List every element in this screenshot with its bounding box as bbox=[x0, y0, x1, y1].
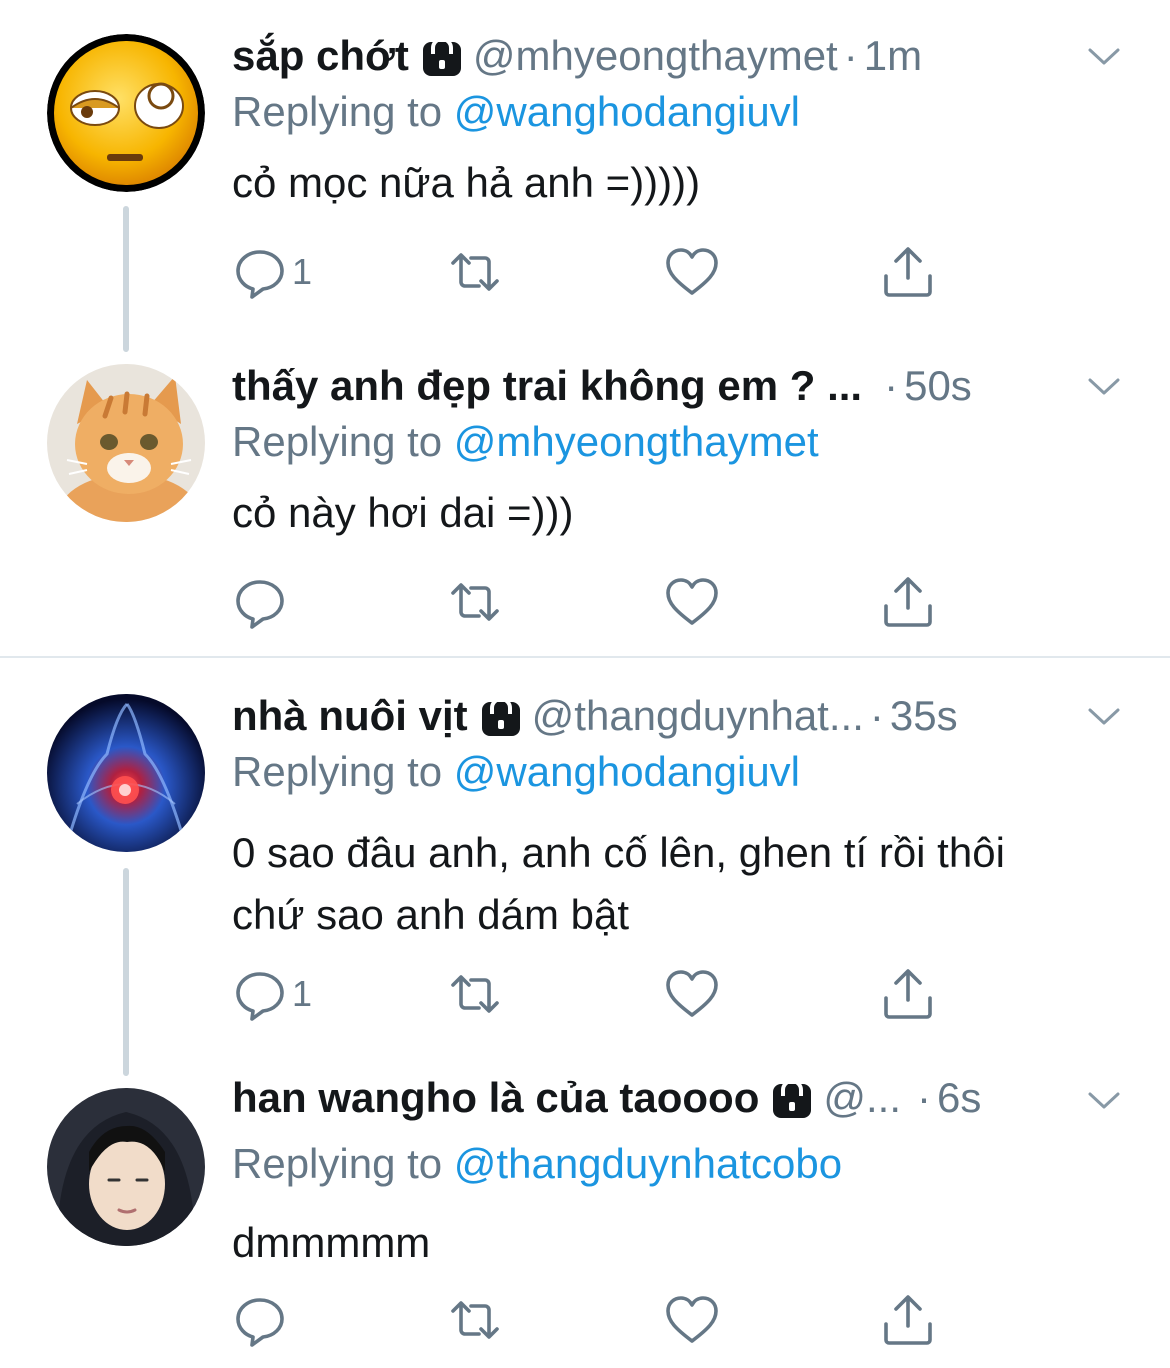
time-separator: · bbox=[843, 32, 858, 79]
heart-icon bbox=[666, 578, 718, 625]
tweet-text-line: 0 sao đâu anh, anh cố lên, ghen tí rồi t… bbox=[232, 829, 1005, 876]
time-separator: · bbox=[869, 692, 884, 739]
like-button[interactable] bbox=[664, 242, 720, 302]
user-handle[interactable]: @thangduynhat... bbox=[532, 692, 864, 740]
tweet-1[interactable]: sắp chớt @mhyeongthaymet · 1m Replying t… bbox=[0, 0, 1170, 352]
share-icon bbox=[884, 247, 932, 297]
thread-connector bbox=[123, 868, 129, 1076]
lock-icon bbox=[771, 1076, 813, 1120]
reply-count: 1 bbox=[292, 251, 313, 292]
mention-link[interactable]: @wanghodangiuvl bbox=[454, 88, 800, 135]
display-name[interactable]: sắp chớt bbox=[232, 32, 409, 80]
glowing-heart-xray-avatar[interactable] bbox=[47, 694, 205, 852]
share-button[interactable] bbox=[880, 242, 936, 302]
reply-button[interactable] bbox=[232, 572, 292, 632]
share-icon bbox=[884, 1295, 932, 1345]
thread-1: sắp chớt @mhyeongthaymet · 1m Replying t… bbox=[0, 0, 1170, 656]
replying-to: Replying to @mhyeongthaymet bbox=[232, 418, 819, 466]
retweet-button[interactable] bbox=[447, 1290, 503, 1350]
replying-to-label: Replying to bbox=[232, 1140, 443, 1187]
reply-icon bbox=[236, 580, 284, 629]
share-button[interactable] bbox=[880, 964, 936, 1024]
lock-icon bbox=[421, 34, 463, 78]
display-name[interactable]: thấy anh đẹp trai không em ? ... bbox=[232, 362, 862, 410]
replying-to: Replying to @thangduynhatcobo bbox=[232, 1140, 842, 1188]
reply-count: 1 bbox=[292, 973, 313, 1014]
tweet-text: dmmmmm bbox=[232, 1219, 431, 1266]
chevron-down-icon[interactable] bbox=[1084, 696, 1124, 736]
retweet-icon bbox=[451, 1301, 499, 1339]
reply-button[interactable]: 1 bbox=[232, 964, 312, 1024]
chevron-down-icon[interactable] bbox=[1084, 36, 1124, 76]
replying-to: Replying to @wanghodangiuvl bbox=[232, 748, 800, 796]
timestamp[interactable]: 6s bbox=[937, 1074, 981, 1122]
share-button[interactable] bbox=[880, 572, 936, 632]
share-icon bbox=[884, 577, 932, 627]
reply-button[interactable] bbox=[232, 1290, 292, 1350]
tweet-actions: 1 bbox=[232, 964, 952, 1024]
display-name[interactable]: han wangho là của taoooo bbox=[232, 1074, 759, 1122]
display-name[interactable]: nhà nuôi vịt bbox=[232, 692, 468, 740]
retweet-icon bbox=[451, 975, 499, 1013]
thread-2: nhà nuôi vịt @thangduynhat... · 35s Repl… bbox=[0, 658, 1170, 1368]
timestamp[interactable]: 1m bbox=[864, 32, 922, 80]
tweet-text: cỏ này hơi dai =))) bbox=[232, 489, 574, 536]
timestamp[interactable]: 35s bbox=[890, 692, 958, 740]
retweet-button[interactable] bbox=[447, 572, 503, 632]
rolling-eyes-emoji-avatar[interactable] bbox=[47, 34, 205, 192]
time-separator: · bbox=[917, 1074, 932, 1121]
tweet-2[interactable]: thấy anh đẹp trai không em ? ... · 50s R… bbox=[0, 330, 1170, 656]
hooded-person-avatar[interactable] bbox=[47, 1088, 205, 1246]
retweet-icon bbox=[451, 253, 499, 291]
tweet-4[interactable]: han wangho là của taoooo @... · 6s Reply… bbox=[0, 1050, 1170, 1368]
share-button[interactable] bbox=[880, 1290, 936, 1350]
like-button[interactable] bbox=[664, 1290, 720, 1350]
chevron-down-icon[interactable] bbox=[1084, 1080, 1124, 1120]
chevron-down-icon[interactable] bbox=[1084, 366, 1124, 406]
heart-icon bbox=[666, 1296, 718, 1343]
mention-link[interactable]: @thangduynhatcobo bbox=[454, 1140, 842, 1187]
time-separator: · bbox=[884, 362, 899, 409]
retweet-button[interactable] bbox=[447, 242, 503, 302]
tweet-text: cỏ mọc nữa hả anh =))))) bbox=[232, 159, 701, 206]
tweet-text-line: chứ sao anh dám bật bbox=[232, 891, 630, 938]
reply-button[interactable]: 1 bbox=[232, 242, 312, 302]
tweet-actions: 1 bbox=[232, 242, 952, 302]
heart-icon bbox=[666, 248, 718, 295]
replying-to: Replying to @wanghodangiuvl bbox=[232, 88, 800, 136]
like-button[interactable] bbox=[664, 964, 720, 1024]
user-handle[interactable]: @... bbox=[823, 1074, 901, 1122]
tweet-text: 0 sao đâu anh, anh cố lên, ghen tí rồi t… bbox=[232, 822, 1132, 946]
reply-icon bbox=[236, 250, 284, 299]
tweet-header: thấy anh đẹp trai không em ? ... · 50s bbox=[232, 358, 1050, 414]
mention-link[interactable]: @mhyeongthaymet bbox=[454, 418, 819, 465]
share-icon bbox=[884, 969, 932, 1019]
tweet-header: han wangho là của taoooo @... · 6s bbox=[232, 1070, 1050, 1126]
retweet-icon bbox=[451, 583, 499, 621]
user-handle[interactable]: @mhyeongthaymet bbox=[473, 32, 838, 80]
replying-to-label: Replying to bbox=[232, 748, 443, 795]
heart-icon bbox=[666, 970, 718, 1017]
replying-to-label: Replying to bbox=[232, 88, 443, 135]
tweet-actions bbox=[232, 1290, 952, 1350]
like-button[interactable] bbox=[664, 572, 720, 632]
tweet-header: nhà nuôi vịt @thangduynhat... · 35s bbox=[232, 688, 1050, 744]
retweet-button[interactable] bbox=[447, 964, 503, 1024]
reply-icon bbox=[236, 1298, 284, 1347]
replying-to-label: Replying to bbox=[232, 418, 443, 465]
lock-icon bbox=[480, 694, 522, 738]
timestamp[interactable]: 50s bbox=[904, 362, 972, 410]
reply-icon bbox=[236, 972, 284, 1021]
tweet-3[interactable]: nhà nuôi vịt @thangduynhat... · 35s Repl… bbox=[0, 658, 1170, 1076]
orange-cat-avatar[interactable] bbox=[47, 364, 205, 522]
tweet-header: sắp chớt @mhyeongthaymet · 1m bbox=[232, 28, 1050, 84]
mention-link[interactable]: @wanghodangiuvl bbox=[454, 748, 800, 795]
tweet-actions bbox=[232, 572, 952, 632]
